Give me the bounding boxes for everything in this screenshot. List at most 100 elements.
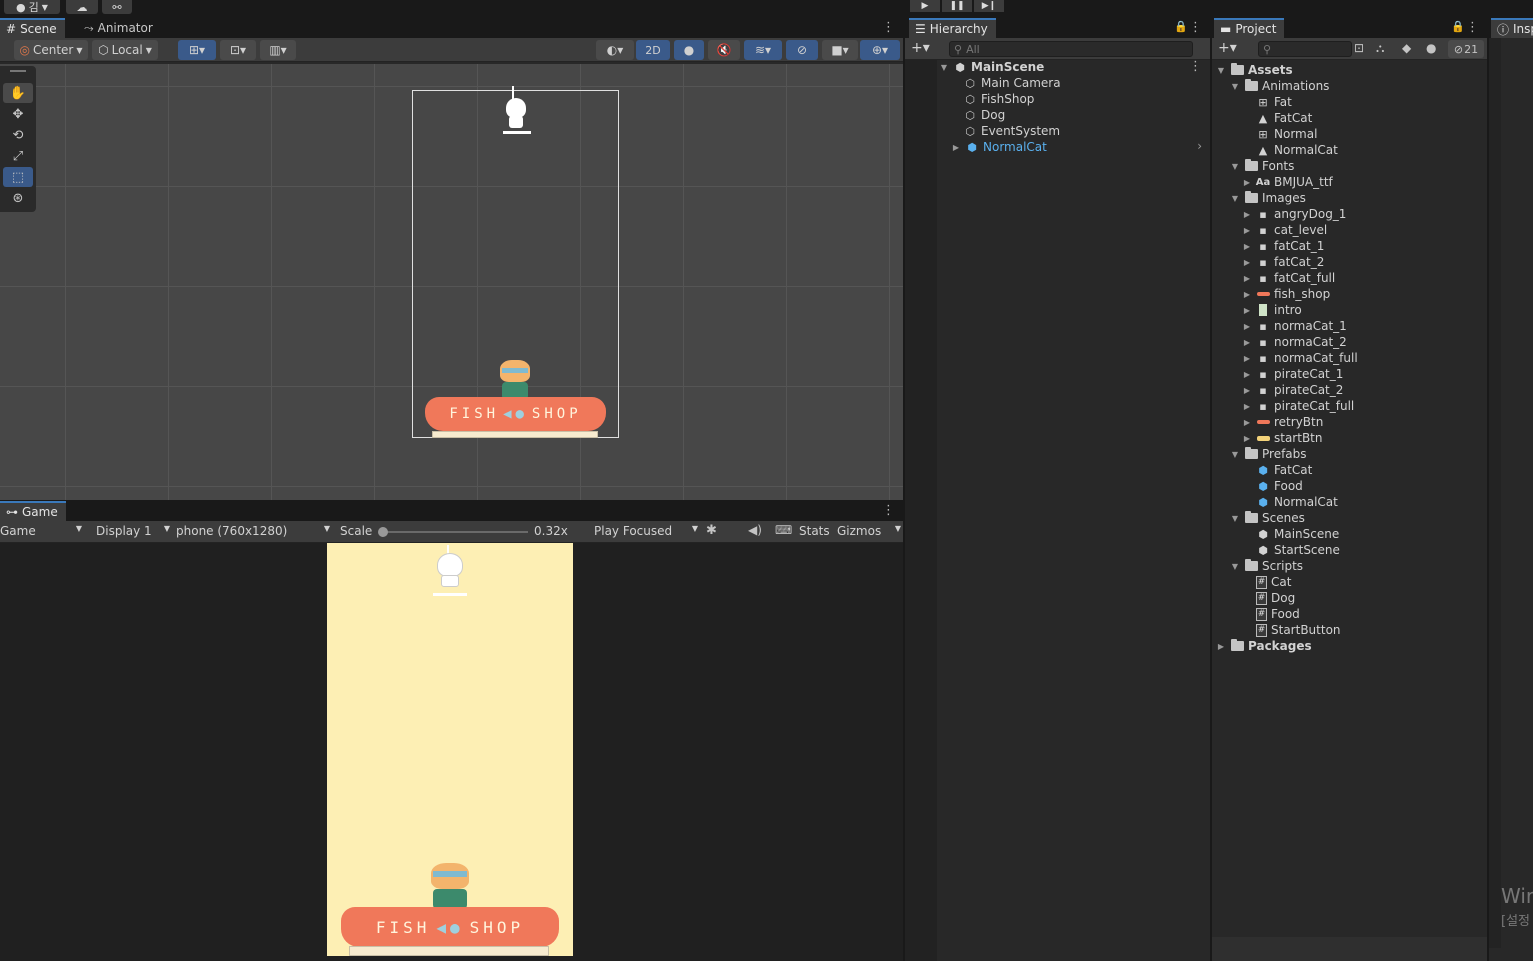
transform-tool[interactable]: ⊛ bbox=[3, 188, 33, 208]
project-item-image[interactable]: ▶ ▪ normaCat_2 bbox=[1242, 334, 1347, 350]
palette-handle[interactable] bbox=[10, 70, 26, 72]
rotate-tool[interactable]: ⟲ bbox=[3, 125, 33, 145]
lock-icon[interactable]: 🔒 bbox=[1451, 20, 1465, 33]
display-dropdown[interactable]: Display 1 ▼ bbox=[96, 524, 170, 538]
scene-options-icon[interactable]: ⋮ bbox=[1189, 59, 1202, 74]
project-item-script[interactable]: # StartButton bbox=[1256, 622, 1341, 638]
project-item-image[interactable]: ▶ ▪ fatCat_2 bbox=[1242, 254, 1324, 270]
project-folder-packages[interactable]: ▶ Packages bbox=[1216, 638, 1312, 654]
hierarchy-item-dog[interactable]: ⬡ Dog bbox=[963, 107, 1005, 123]
expand-arrow-icon[interactable]: ▶ bbox=[1242, 258, 1252, 267]
scene-root-row[interactable]: ▼ ⬢ MainScene bbox=[939, 59, 1199, 75]
tag-icon[interactable]: ◆ bbox=[1402, 41, 1411, 55]
expand-arrow-icon[interactable]: ▼ bbox=[1230, 194, 1240, 203]
expand-arrow-icon[interactable]: ▼ bbox=[1230, 162, 1240, 171]
project-item-image[interactable]: ▶ ▪ normaCat_full bbox=[1242, 350, 1358, 366]
visibility-toggle[interactable]: ⊘ bbox=[786, 40, 818, 60]
expand-arrow-icon[interactable]: ▶ bbox=[1242, 370, 1252, 379]
hierarchy-item-normalcat[interactable]: ▶ ⬢ NormalCat bbox=[951, 139, 1047, 155]
expand-arrow-icon[interactable]: ▶ bbox=[1242, 210, 1252, 219]
project-menu-icon[interactable]: ⋮ bbox=[1466, 20, 1479, 35]
expand-arrow-icon[interactable]: ▼ bbox=[1230, 562, 1240, 571]
expand-arrow-icon[interactable]: ▼ bbox=[1216, 66, 1226, 75]
hierarchy-search-input[interactable]: ⚲ All bbox=[949, 41, 1193, 57]
expand-arrow-icon[interactable]: ▶ bbox=[1242, 226, 1252, 235]
project-item-image[interactable]: ▶ fish_shop bbox=[1242, 286, 1330, 302]
tab-animator[interactable]: ⤳ Animator bbox=[78, 18, 161, 38]
tab-scene[interactable]: # Scene bbox=[0, 18, 65, 38]
scene-menu-icon[interactable]: ⋮ bbox=[882, 20, 895, 35]
account-dropdown[interactable]: ● 김 ▼ bbox=[4, 0, 60, 14]
effects-dropdown[interactable]: ≋▾ bbox=[744, 40, 782, 60]
2d-toggle[interactable]: 2D bbox=[636, 40, 670, 60]
expand-arrow-icon[interactable]: ▼ bbox=[1230, 82, 1240, 91]
scene-viewport[interactable]: FISH ◀● SHOP bbox=[0, 64, 903, 500]
play-button[interactable]: ▶ bbox=[910, 0, 940, 12]
tab-project[interactable]: ▬ Project bbox=[1214, 18, 1285, 38]
project-item-image[interactable]: ▶ ▪ pirateCat_full bbox=[1242, 398, 1354, 414]
view-dropdown[interactable]: Game ▼ bbox=[0, 524, 86, 538]
project-item-animation[interactable]: ▲ NormalCat bbox=[1256, 142, 1338, 158]
expand-arrow-icon[interactable]: ▶ bbox=[1242, 338, 1252, 347]
expand-arrow-icon[interactable]: ▶ bbox=[1216, 642, 1226, 651]
project-folder-assets[interactable]: ▼ Assets bbox=[1216, 62, 1293, 78]
project-folder-animations[interactable]: ▼ Animations bbox=[1230, 78, 1329, 94]
project-folder-fonts[interactable]: ▼ Fonts bbox=[1230, 158, 1294, 174]
project-item-image[interactable]: ▶ ▪ normaCat_1 bbox=[1242, 318, 1347, 334]
add-icon[interactable]: +▾ bbox=[911, 40, 930, 56]
expand-arrow-icon[interactable]: ▶ bbox=[1242, 306, 1252, 315]
game-screen[interactable]: FISH ◀● SHOP bbox=[327, 543, 573, 956]
fish-shop-sign[interactable]: FISH ◀● SHOP bbox=[425, 397, 606, 431]
move-tool[interactable]: ✥ bbox=[3, 104, 33, 124]
resolution-dropdown[interactable]: phone (760x1280) ▼ bbox=[176, 524, 330, 538]
project-item-image[interactable]: ▶ startBtn bbox=[1242, 430, 1323, 446]
project-item-image[interactable]: ▶ ▪ pirateCat_2 bbox=[1242, 382, 1343, 398]
lighting-toggle[interactable]: ● bbox=[674, 40, 704, 60]
step-button[interactable]: ▶❙ bbox=[974, 0, 1004, 12]
grid-snap-button[interactable]: ⊞▾ bbox=[178, 40, 216, 60]
project-item-script[interactable]: # Cat bbox=[1256, 574, 1291, 590]
expand-arrow-icon[interactable]: ▶ bbox=[1242, 290, 1252, 299]
project-search-input[interactable]: ⚲ bbox=[1258, 41, 1352, 57]
project-item-scene[interactable]: ⬢ StartScene bbox=[1256, 542, 1340, 558]
open-prefab-arrow-icon[interactable]: › bbox=[1197, 139, 1202, 153]
add-icon[interactable]: +▾ bbox=[1218, 40, 1237, 56]
project-item-scene[interactable]: ⬢ MainScene bbox=[1256, 526, 1339, 542]
lock-icon[interactable]: 🔒 bbox=[1174, 20, 1188, 33]
hierarchy-item-eventsystem[interactable]: ⬡ EventSystem bbox=[963, 123, 1060, 139]
stats-button[interactable]: Stats bbox=[799, 524, 830, 538]
project-item-font[interactable]: ▶ Aa BMJUA_ttf bbox=[1242, 174, 1333, 190]
ruler-button[interactable]: ▥▾ bbox=[260, 40, 296, 60]
expand-arrow-icon[interactable]: ▶ bbox=[1242, 274, 1252, 283]
project-item-image[interactable]: ▶ intro bbox=[1242, 302, 1302, 318]
project-folder-images[interactable]: ▼ Images bbox=[1230, 190, 1306, 206]
project-item-animation[interactable]: ⊞ Fat bbox=[1256, 94, 1291, 110]
expand-arrow-icon[interactable]: ▶ bbox=[1242, 418, 1252, 427]
info-icon[interactable]: ● bbox=[1426, 41, 1436, 55]
project-item-prefab[interactable]: ⬢ NormalCat bbox=[1256, 494, 1338, 510]
space-dropdown[interactable]: ⬡ Local ▼ bbox=[92, 40, 158, 60]
expand-arrow-icon[interactable]: ▶ bbox=[1242, 386, 1252, 395]
rect-tool[interactable]: ⬚ bbox=[3, 167, 33, 187]
tab-game[interactable]: ⊶ Game bbox=[0, 501, 66, 521]
camera-dropdown[interactable]: ■▾ bbox=[822, 40, 858, 60]
expand-arrow-icon[interactable]: ▶ bbox=[1242, 354, 1252, 363]
game-menu-icon[interactable]: ⋮ bbox=[882, 503, 895, 518]
project-item-image[interactable]: ▶ ▪ pirateCat_1 bbox=[1242, 366, 1343, 382]
dog-sprite[interactable] bbox=[492, 354, 540, 400]
search-by-type-icon[interactable]: ⊡ bbox=[1354, 41, 1364, 55]
project-item-script[interactable]: # Dog bbox=[1256, 590, 1295, 606]
project-item-image[interactable]: ▶ ▪ angryDog_1 bbox=[1242, 206, 1347, 222]
keyboard-icon[interactable]: ⌨ bbox=[775, 523, 792, 537]
project-item-script[interactable]: # Food bbox=[1256, 606, 1300, 622]
pause-button[interactable]: ❚❚ bbox=[942, 0, 972, 12]
search-by-label-icon[interactable]: ⛬ bbox=[1376, 41, 1384, 56]
project-item-image[interactable]: ▶ ▪ fatCat_1 bbox=[1242, 238, 1324, 254]
hand-tool[interactable]: ✋ bbox=[3, 83, 33, 103]
hierarchy-item-main-camera[interactable]: ⬡ Main Camera bbox=[963, 75, 1060, 91]
project-folder-scripts[interactable]: ▼ Scripts bbox=[1230, 558, 1303, 574]
hidden-packages-toggle[interactable]: ⊘ 21 bbox=[1448, 40, 1484, 58]
project-item-image[interactable]: ▶ retryBtn bbox=[1242, 414, 1323, 430]
cloud-button[interactable]: ☁ bbox=[66, 0, 98, 14]
tab-inspector[interactable]: ⓘ Insp bbox=[1491, 18, 1533, 38]
